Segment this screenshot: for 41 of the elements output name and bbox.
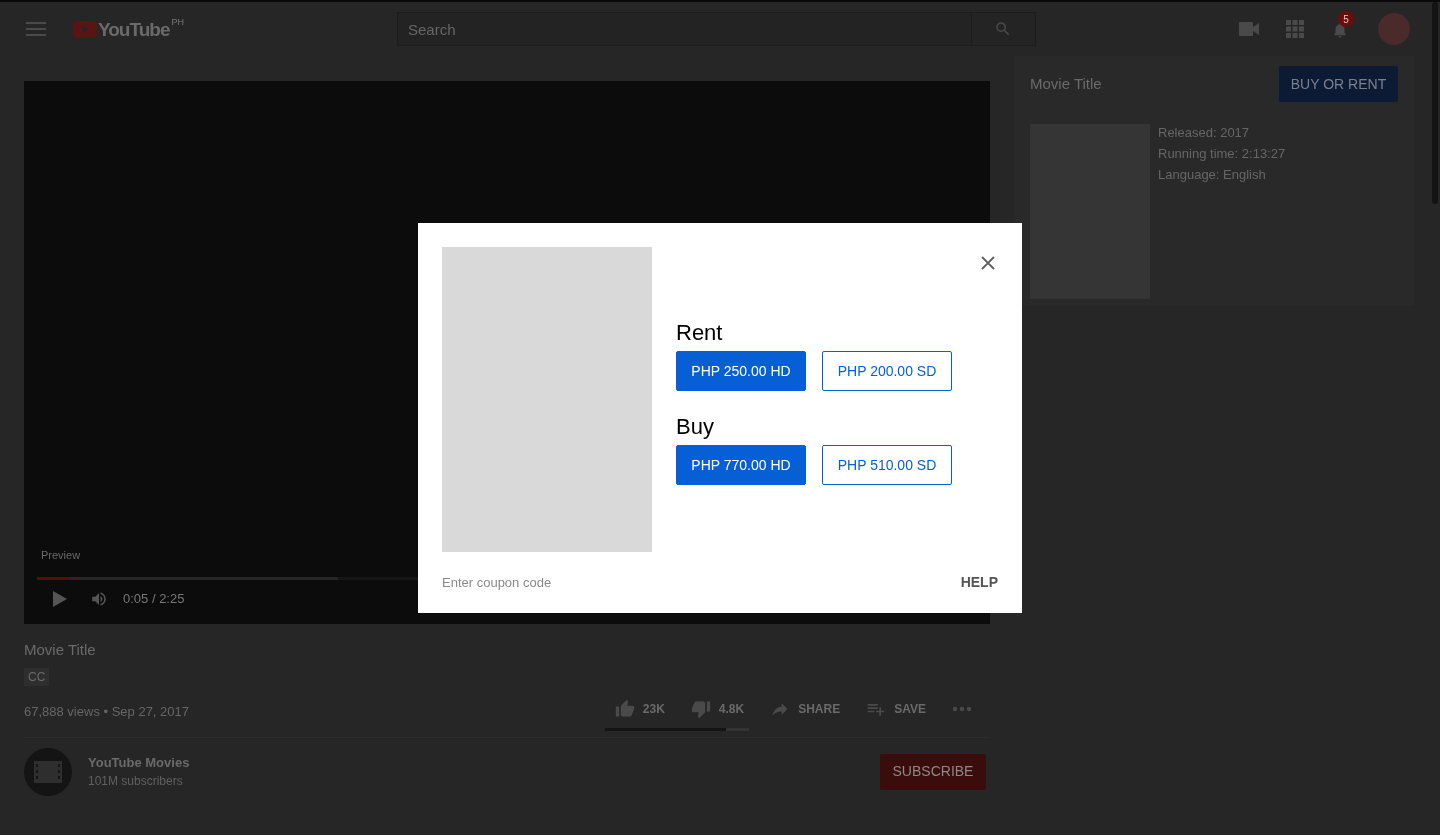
like-button[interactable]: 23K: [606, 698, 673, 719]
preview-label: Preview: [41, 547, 82, 563]
save-button[interactable]: SAVE: [858, 698, 934, 719]
price-button[interactable]: PHP 250.00 HD: [676, 351, 806, 391]
dislike-button[interactable]: 4.8K: [682, 698, 753, 719]
cc-badge: CC: [24, 667, 50, 686]
volume-icon[interactable]: [89, 590, 109, 608]
price-button[interactable]: PHP 200.00 SD: [822, 351, 952, 391]
logo-text[interactable]: YouTube: [98, 19, 170, 39]
avatar[interactable]: [1378, 13, 1410, 45]
movie-detail: Running time: 2:13:27: [1158, 145, 1286, 162]
time-display: 0:05 / 2:25: [123, 590, 185, 609]
price-button[interactable]: PHP 510.00 SD: [822, 445, 952, 485]
sidebar-title: Movie Title: [1030, 73, 1102, 94]
close-icon: [981, 256, 995, 270]
notification-count: 5: [1338, 11, 1354, 27]
country-code: PH: [171, 15, 184, 29]
channel-name[interactable]: YouTube Movies: [88, 752, 190, 773]
menu-icon[interactable]: [26, 22, 46, 36]
coupon-field[interactable]: Enter coupon code: [442, 572, 742, 593]
play-logo-icon[interactable]: [73, 20, 97, 38]
apps-grid-icon[interactable]: [1286, 20, 1304, 38]
channel-avatar[interactable]: [24, 747, 72, 796]
video-title: Movie Title: [24, 640, 97, 660]
video-camera-icon[interactable]: [1239, 22, 1259, 36]
movie-detail: Released: 2017: [1158, 124, 1251, 141]
search-field[interactable]: Search: [396, 12, 972, 46]
view-count: 67,888 views • Sep 27, 2017: [24, 703, 189, 722]
buy-or-rent-button[interactable]: BUY OR RENT: [1279, 66, 1398, 102]
share-button[interactable]: SHARE: [762, 698, 849, 719]
search-button[interactable]: [971, 12, 1036, 46]
movie-detail: Language: English: [1158, 166, 1267, 183]
thumbs-up-icon: [614, 698, 635, 719]
subscriber-count: 101M subscribers: [88, 773, 184, 791]
subscribe-button[interactable]: SUBSCRIBE: [880, 753, 986, 790]
option-heading: Rent: [676, 319, 724, 347]
film-icon: [34, 760, 62, 783]
play-icon[interactable]: [53, 591, 67, 607]
more-icon: [952, 705, 972, 712]
option-heading: Buy: [676, 413, 715, 441]
price-button[interactable]: PHP 770.00 HD: [676, 445, 806, 485]
